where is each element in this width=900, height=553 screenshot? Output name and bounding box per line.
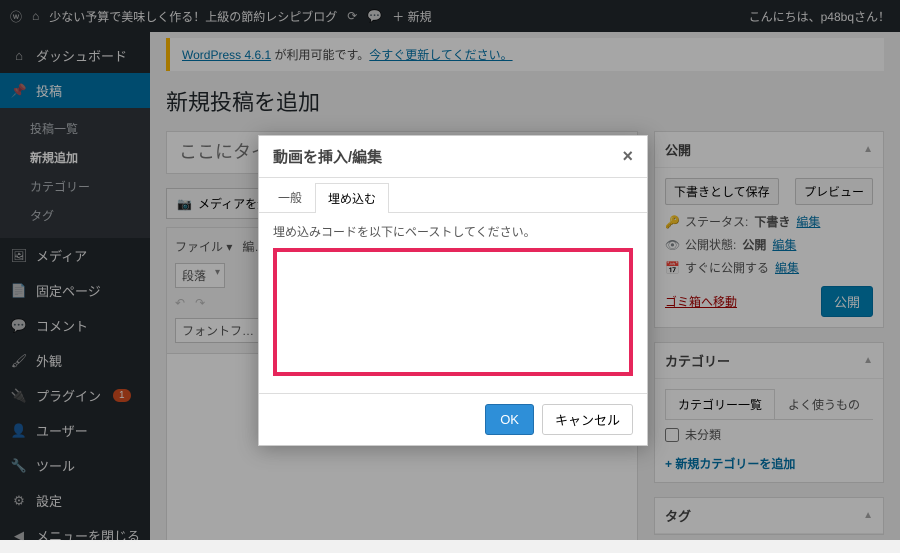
- embed-hint: 埋め込みコードを以下にペーストしてください。: [273, 223, 633, 240]
- insert-video-modal: 動画を挿入/編集 × 一般 埋め込む 埋め込みコードを以下にペーストしてください…: [258, 135, 648, 446]
- ok-button[interactable]: OK: [485, 404, 534, 435]
- cancel-button[interactable]: キャンセル: [542, 404, 633, 435]
- close-icon[interactable]: ×: [622, 146, 633, 167]
- modal-tab-general[interactable]: 一般: [265, 182, 315, 212]
- modal-title: 動画を挿入/編集: [273, 146, 382, 167]
- embed-code-textarea[interactable]: [273, 248, 633, 376]
- modal-tab-embed[interactable]: 埋め込む: [315, 183, 389, 213]
